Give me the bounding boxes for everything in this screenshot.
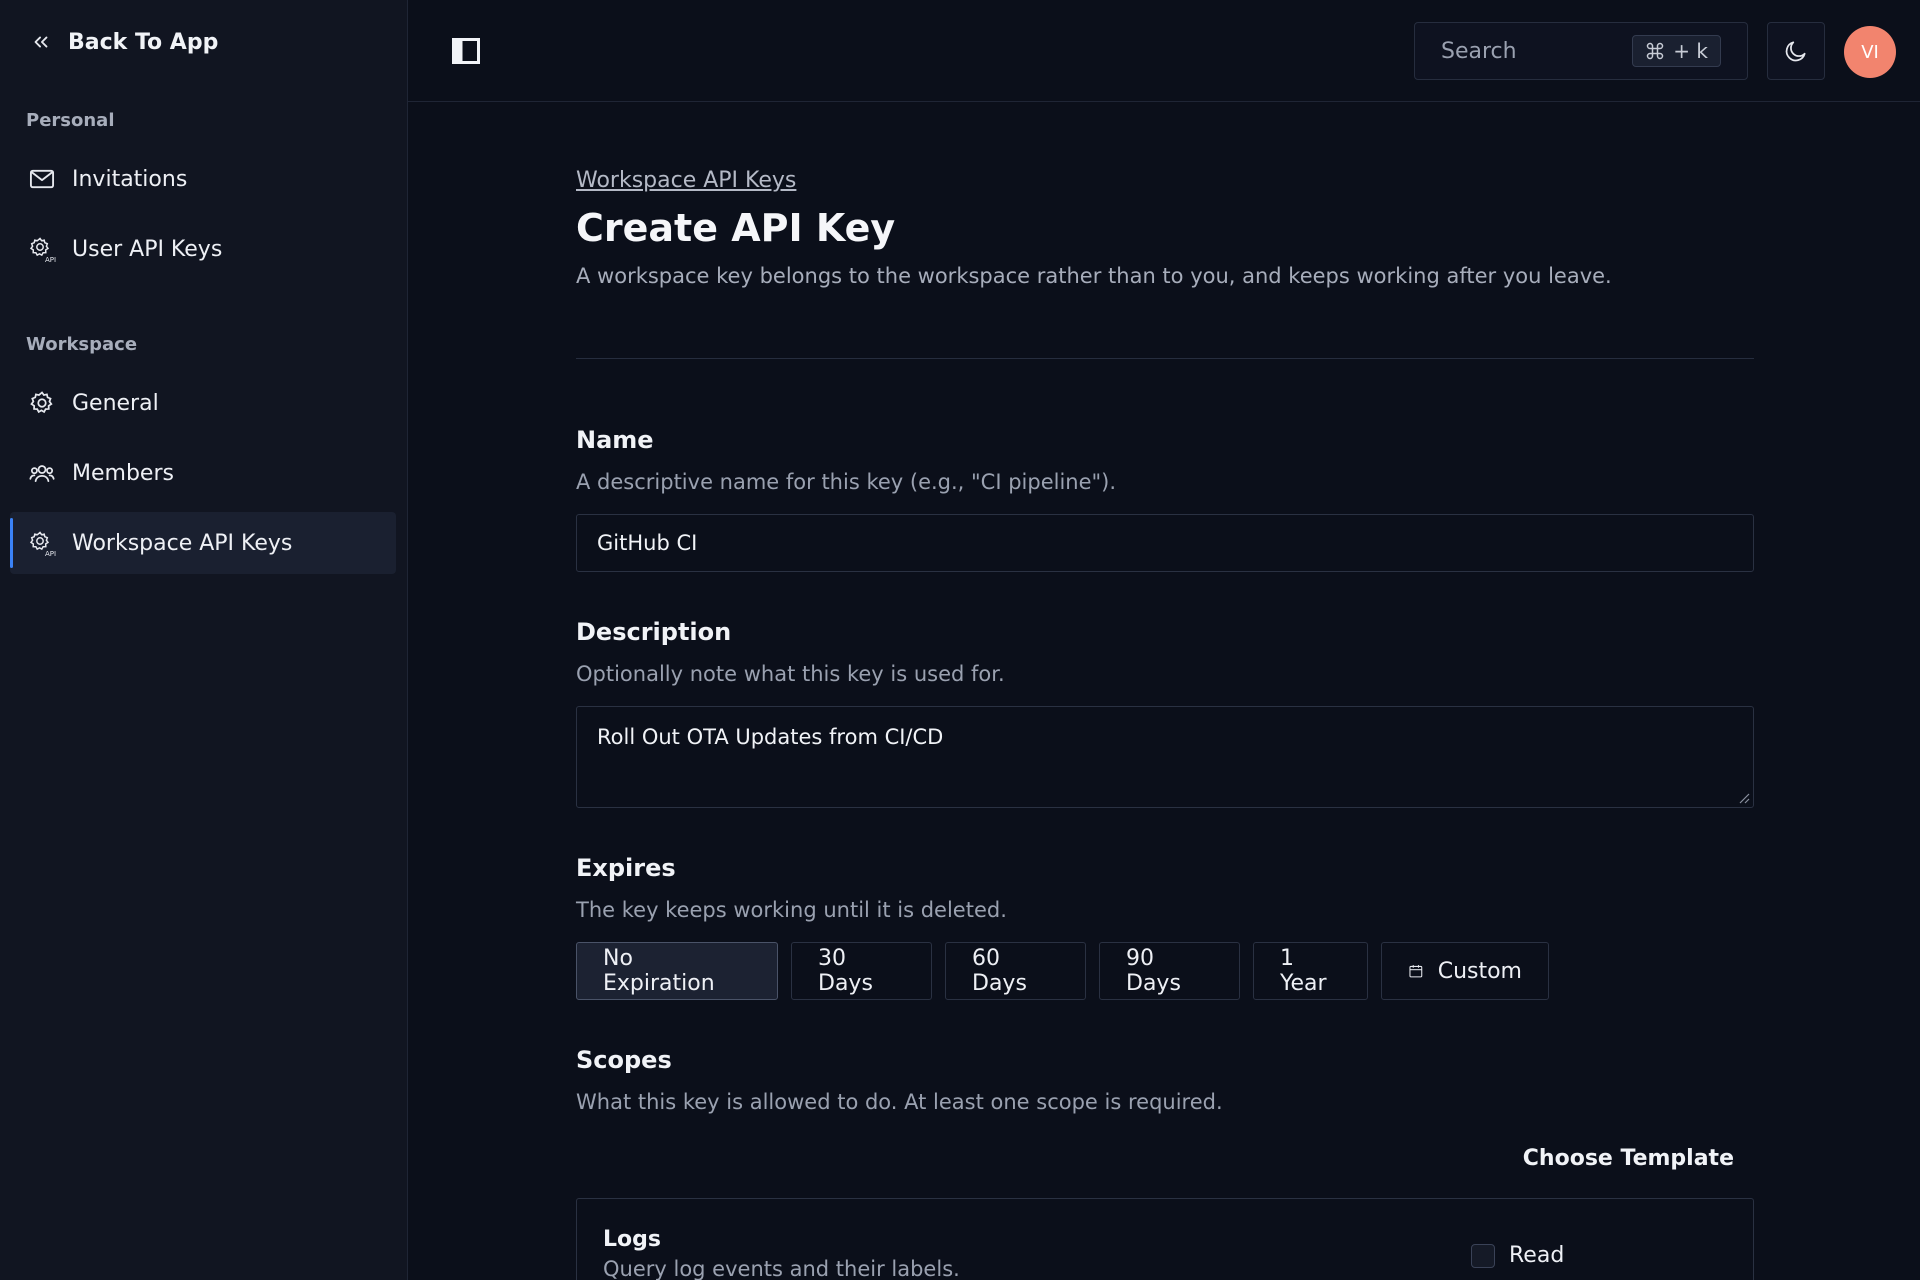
name-field[interactable]: GitHub CI bbox=[576, 514, 1754, 572]
breadcrumb[interactable]: Workspace API Keys bbox=[576, 168, 796, 193]
description-help: Optionally note what this key is used fo… bbox=[576, 662, 1005, 686]
sidebar-item-members[interactable]: Members bbox=[10, 442, 396, 504]
moon-icon bbox=[1785, 41, 1806, 62]
page-subtitle: A workspace key belongs to the workspace… bbox=[576, 264, 1612, 288]
sidebar-item-label: General bbox=[72, 390, 159, 416]
sidebar-item-workspace-api-keys[interactable]: API Workspace API Keys bbox=[10, 512, 396, 574]
description-field[interactable]: Roll Out OTA Updates from CI/CD bbox=[576, 706, 1754, 808]
app-root: Back To App Personal Invitations API Use… bbox=[0, 0, 1920, 1280]
sidebar-item-label: Members bbox=[72, 460, 174, 486]
name-value: GitHub CI bbox=[597, 531, 698, 555]
gear-api-icon: API bbox=[29, 237, 56, 263]
scopes-label: Scopes bbox=[576, 1046, 672, 1074]
divider bbox=[576, 358, 1754, 359]
search-input[interactable]: Search + k bbox=[1414, 22, 1748, 80]
sidebar-item-label: Invitations bbox=[72, 166, 188, 192]
calendar-icon bbox=[1409, 965, 1423, 978]
option-label: 60 Days bbox=[972, 946, 1027, 996]
section-label-personal: Personal bbox=[26, 110, 115, 131]
scope-card-logs: Logs Query log events and their labels. … bbox=[576, 1198, 1754, 1280]
name-label: Name bbox=[576, 426, 654, 454]
expires-options: No Expiration 30 Days 60 Days 90 Days 1 … bbox=[576, 942, 1549, 1000]
sidebar-item-general[interactable]: General bbox=[10, 372, 396, 434]
description-value: Roll Out OTA Updates from CI/CD bbox=[597, 725, 944, 749]
expires-help: The key keeps working until it is delete… bbox=[576, 898, 1007, 922]
expires-option-60-days[interactable]: 60 Days bbox=[945, 942, 1086, 1000]
sidebar-toggle-button[interactable] bbox=[452, 38, 480, 64]
expires-option-30-days[interactable]: 30 Days bbox=[791, 942, 932, 1000]
sidebar-item-label: User API Keys bbox=[72, 236, 223, 262]
name-help: A descriptive name for this key (e.g., "… bbox=[576, 470, 1117, 494]
expires-option-no-expiration[interactable]: No Expiration bbox=[576, 942, 778, 1000]
chevrons-left-icon bbox=[34, 36, 48, 48]
back-to-app-label: Back To App bbox=[68, 29, 219, 55]
description-label: Description bbox=[576, 618, 732, 646]
expires-label: Expires bbox=[576, 854, 676, 882]
resize-handle-icon[interactable] bbox=[1738, 792, 1750, 804]
svg-text:API: API bbox=[45, 256, 56, 263]
gear-icon bbox=[30, 391, 53, 414]
topbar: Search + k VI bbox=[408, 0, 1920, 102]
option-label: 90 Days bbox=[1126, 946, 1181, 996]
shortcut-key: + k bbox=[1673, 39, 1708, 63]
gear-api-icon: API bbox=[29, 531, 56, 557]
sidebar-item-label: Workspace API Keys bbox=[72, 530, 293, 556]
scope-description: Query log events and their labels. bbox=[603, 1257, 960, 1280]
sidebar-item-user-api-keys[interactable]: API User API Keys bbox=[10, 218, 396, 280]
option-label: 30 Days bbox=[818, 946, 873, 996]
checkbox[interactable] bbox=[1471, 1243, 1495, 1268]
scope-name: Logs bbox=[603, 1227, 661, 1252]
avatar[interactable]: VI bbox=[1844, 26, 1896, 78]
option-label: 1 Year bbox=[1280, 946, 1327, 996]
scope-read-checkbox[interactable]: Read bbox=[1471, 1243, 1564, 1268]
command-icon bbox=[1647, 42, 1664, 60]
panel-left-icon bbox=[452, 38, 480, 64]
sidebar: Back To App Personal Invitations API Use… bbox=[0, 0, 408, 1280]
search-placeholder: Search bbox=[1441, 38, 1517, 64]
page-title: Create API Key bbox=[576, 206, 896, 250]
theme-toggle-button[interactable] bbox=[1767, 22, 1825, 80]
mail-icon bbox=[29, 169, 55, 189]
svg-text:API: API bbox=[45, 550, 56, 557]
section-label-workspace: Workspace bbox=[26, 334, 138, 355]
choose-template-button[interactable]: Choose Template bbox=[1523, 1146, 1734, 1171]
search-shortcut-badge: + k bbox=[1632, 35, 1721, 67]
option-label: No Expiration bbox=[603, 946, 715, 996]
expires-option-custom[interactable]: Custom bbox=[1381, 942, 1549, 1000]
option-label: Custom bbox=[1437, 958, 1522, 984]
expires-option-1-year[interactable]: 1 Year bbox=[1253, 942, 1368, 1000]
expires-option-90-days[interactable]: 90 Days bbox=[1099, 942, 1240, 1000]
scopes-help: What this key is allowed to do. At least… bbox=[576, 1090, 1223, 1114]
sidebar-item-invitations[interactable]: Invitations bbox=[10, 148, 396, 210]
back-to-app-link[interactable]: Back To App bbox=[30, 22, 218, 62]
scope-permission-label: Read bbox=[1509, 1243, 1565, 1268]
users-icon bbox=[29, 465, 55, 483]
